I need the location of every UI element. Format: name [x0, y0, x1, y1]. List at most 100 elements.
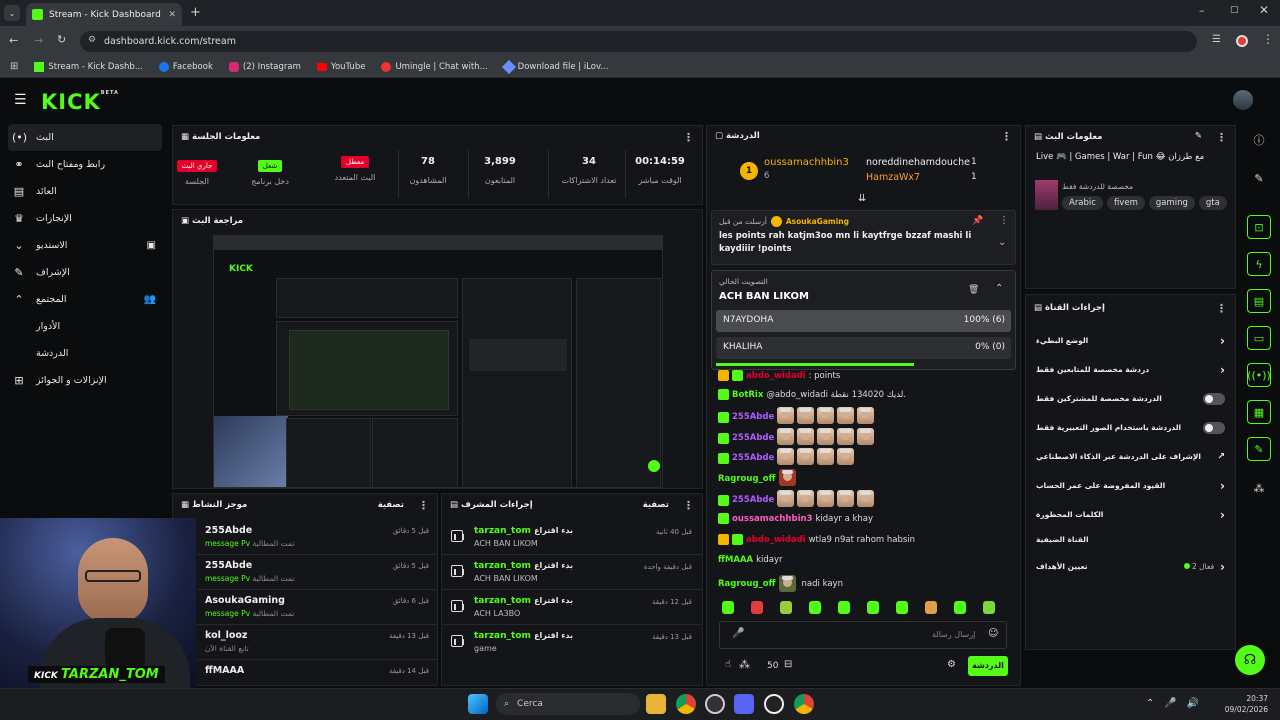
- sidebar-item-stream-key[interactable]: ⚭ رابط ومفتاح البث: [0, 151, 168, 178]
- bookmark-facebook[interactable]: Facebook: [158, 61, 213, 72]
- chat-rail-icon[interactable]: ▭: [1247, 326, 1271, 350]
- pinned-menu-icon[interactable]: ⋮: [999, 215, 1009, 226]
- channel-row-banned-words[interactable]: الكلمات المحظورة ›: [1026, 500, 1235, 529]
- mic-icon[interactable]: 🎤: [732, 628, 744, 639]
- scan-rail-icon[interactable]: ⊡: [1247, 215, 1271, 239]
- tag-chip[interactable]: fivem: [1106, 196, 1145, 210]
- sidebar-item-chat[interactable]: الدردشة: [0, 340, 168, 367]
- points-icon[interactable]: ⊟: [784, 659, 792, 670]
- channel-row-followers-only[interactable]: دردشة مخصصة للمتابعين فقط ›: [1026, 355, 1235, 384]
- streaminfo-menu-icon[interactable]: ⋮: [1216, 131, 1227, 144]
- emote-button[interactable]: [838, 601, 850, 614]
- emote-button[interactable]: [954, 601, 966, 614]
- kick-logo[interactable]: KICKBETA: [41, 90, 119, 114]
- bookmark-youtube[interactable]: YouTube: [316, 62, 365, 72]
- chat-username[interactable]: Ragroug_off: [718, 474, 776, 484]
- cast-icon[interactable]: ☰: [1212, 34, 1221, 45]
- modactions-filter-button[interactable]: تصفية: [643, 500, 669, 510]
- pinned-expand-icon[interactable]: ⌄: [998, 237, 1006, 248]
- chat-scroll-down-icon[interactable]: ⇊: [858, 193, 866, 204]
- new-tab-button[interactable]: +: [190, 5, 201, 20]
- broadcast-rail-icon[interactable]: ((•)): [1247, 363, 1271, 387]
- chat-send-button[interactable]: الدردشة: [968, 656, 1008, 676]
- chat-username[interactable]: 255Abde: [732, 453, 774, 463]
- minimize-button[interactable]: –: [1199, 4, 1205, 17]
- tag-chip[interactable]: gaming: [1148, 196, 1195, 210]
- info-rail-icon[interactable]: ⓘ: [1246, 127, 1272, 153]
- emote-button[interactable]: [722, 601, 734, 614]
- bookmark-instagram[interactable]: (2) Instagram: [228, 61, 301, 72]
- subs-only-toggle[interactable]: [1203, 392, 1225, 405]
- session-menu-icon[interactable]: ⋮: [683, 131, 694, 144]
- file-explorer-icon[interactable]: [646, 694, 666, 714]
- clipboard-rail-icon[interactable]: ▤: [1247, 289, 1271, 313]
- emote-button[interactable]: [809, 601, 821, 614]
- chat-username[interactable]: 255Abde: [732, 433, 774, 443]
- community-icon[interactable]: ⁂: [739, 658, 750, 671]
- emote-button[interactable]: [780, 601, 792, 614]
- emote-button[interactable]: [751, 601, 763, 614]
- wrench-rail-icon[interactable]: ✎: [1247, 437, 1271, 461]
- sidebar-item-revenue[interactable]: ▤ العائد: [0, 178, 168, 205]
- browser-tab[interactable]: Stream - Kick Dashboard ✕: [26, 3, 182, 26]
- pin-icon[interactable]: 📌: [972, 216, 983, 226]
- channel-row-ai-moderation[interactable]: الإشراف على الدردشة عبر الذكاء الاصطناعي…: [1026, 442, 1235, 471]
- chat-input[interactable]: 🎤 إرسال رسالة ☺: [719, 621, 1007, 649]
- edit-icon[interactable]: ✎: [1195, 131, 1202, 144]
- lightning-rail-icon[interactable]: ϟ: [1247, 252, 1271, 276]
- poll-collapse-icon[interactable]: ⌃: [995, 283, 1003, 294]
- chrome-icon[interactable]: [676, 694, 696, 714]
- layout-rail-icon[interactable]: ▦: [1247, 400, 1271, 424]
- menu-icon[interactable]: ⋮: [1262, 32, 1274, 46]
- chat-settings-icon[interactable]: ⚙: [947, 659, 956, 670]
- chat-username[interactable]: abdo_widadi: [746, 535, 806, 545]
- bookmark-umingle[interactable]: Umingle | Chat with...: [381, 61, 488, 72]
- chat-username[interactable]: BotRix: [732, 390, 763, 400]
- tab-close-icon[interactable]: ✕: [168, 10, 176, 20]
- emoji-icon[interactable]: ☺: [988, 628, 998, 639]
- taskbar-search[interactable]: ⌕ Cerca: [496, 693, 640, 715]
- bookmark-kick[interactable]: Stream - Kick Dashb...: [34, 61, 143, 72]
- back-icon[interactable]: ←: [9, 34, 18, 47]
- sidebar-item-drops[interactable]: ⊞ الإنزالات و الجوائز: [0, 367, 168, 394]
- forward-icon[interactable]: →: [34, 34, 43, 47]
- support-button[interactable]: ☊: [1235, 645, 1265, 675]
- poll-delete-icon[interactable]: 🗑: [968, 285, 979, 295]
- tab-list-button[interactable]: ⌄: [4, 5, 20, 21]
- bookmark-ilovepdf[interactable]: Download file | iLov...: [501, 59, 608, 74]
- tag-chip[interactable]: gta: [1198, 196, 1227, 210]
- site-info-icon[interactable]: ⚙: [88, 35, 96, 45]
- sidebar-item-roles[interactable]: الأدوار: [0, 313, 168, 340]
- app-icon[interactable]: [764, 694, 784, 714]
- chat-username[interactable]: abdo_widadi: [746, 371, 806, 381]
- close-window-button[interactable]: ✕: [1259, 3, 1269, 17]
- sidebar-item-moderation[interactable]: ✎ الإشراف: [0, 259, 168, 286]
- emote-only-toggle[interactable]: [1203, 421, 1225, 434]
- stream-video[interactable]: KICK: [213, 235, 663, 488]
- discord-icon[interactable]: [734, 694, 754, 714]
- hand-icon[interactable]: ☝: [725, 659, 731, 670]
- channel-row-account-age[interactable]: القيود المفروضة على عمر الحساب ›: [1026, 471, 1235, 500]
- emote-button[interactable]: [983, 601, 995, 614]
- chat-username[interactable]: ffMAAA: [718, 555, 753, 565]
- activity-menu-icon[interactable]: ⋮: [418, 499, 429, 512]
- tray-icons[interactable]: ⌃🎤🔊: [1146, 698, 1209, 709]
- channel-row-slow-mode[interactable]: الوضع البطيء ›: [1026, 326, 1235, 355]
- tag-chip[interactable]: Arabic: [1062, 196, 1103, 210]
- chrome-alt-icon[interactable]: [794, 694, 814, 714]
- windows-start-icon[interactable]: [468, 694, 488, 714]
- poll-option[interactable]: N7AYDOHA 100% (6): [716, 310, 1011, 332]
- activity-filter-button[interactable]: تصفية: [378, 500, 404, 510]
- sidebar-item-community[interactable]: ⌃ المجتمع 👥: [0, 286, 168, 313]
- community-rail-icon[interactable]: ⁂: [1246, 475, 1272, 501]
- hamburger-menu-icon[interactable]: ☰: [14, 92, 27, 108]
- reload-icon[interactable]: ↻: [57, 33, 66, 46]
- maximize-button[interactable]: ▢: [1230, 5, 1239, 15]
- sidebar-item-studio[interactable]: ⌄ الاستديو ▣: [0, 232, 168, 259]
- chat-username[interactable]: 255Abde: [732, 495, 774, 505]
- obs-icon[interactable]: [705, 694, 725, 714]
- sidebar-item-stream[interactable]: (•) البث: [8, 124, 162, 151]
- sidebar-item-achievements[interactable]: ♛ الإنجازات: [0, 205, 168, 232]
- url-field[interactable]: ⚙ dashboard.kick.com/stream: [80, 31, 1197, 52]
- poll-option[interactable]: KHALIHA 0% (0): [716, 337, 1011, 359]
